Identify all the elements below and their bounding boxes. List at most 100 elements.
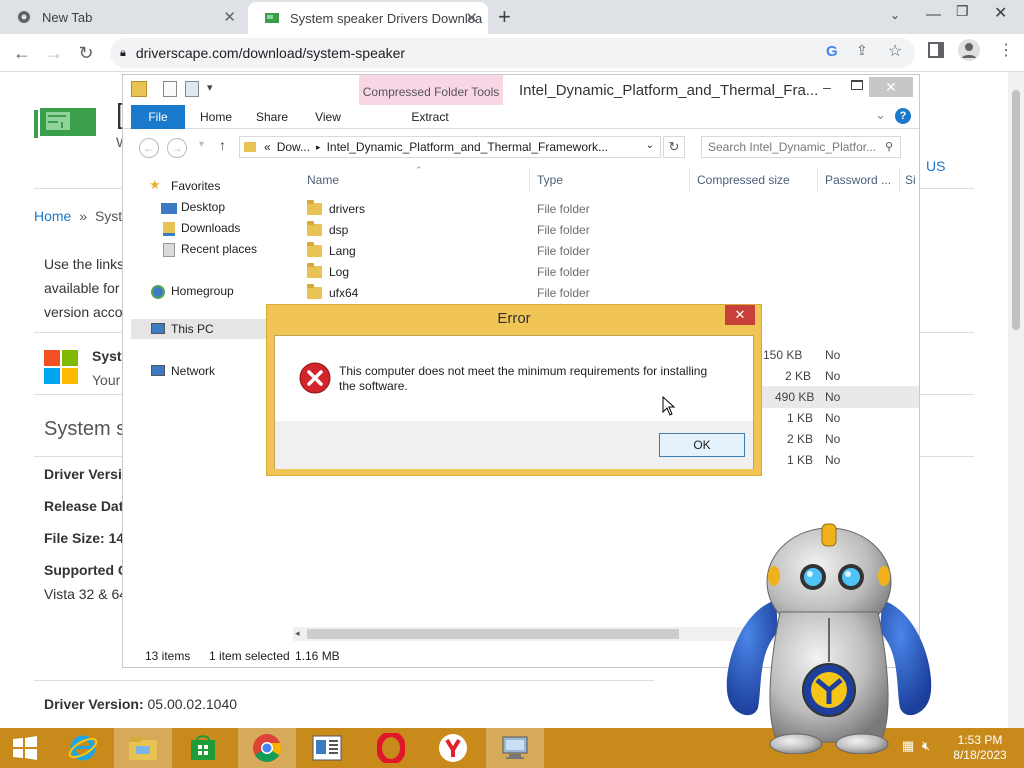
reload-icon[interactable]: ↻ <box>74 42 98 64</box>
close-icon[interactable]: ✕ <box>869 77 913 97</box>
file-password: No <box>825 348 841 362</box>
up-icon[interactable]: ↑ <box>219 137 226 153</box>
list-item[interactable]: ufx64 File folder <box>307 284 917 303</box>
taskbar-opera[interactable] <box>362 728 420 768</box>
column-header-size[interactable]: Si <box>905 173 916 187</box>
column-divider[interactable] <box>817 167 818 191</box>
minimize-icon[interactable]: – <box>823 79 831 95</box>
breadcrumb-separator: » <box>79 208 88 224</box>
folder-icon <box>244 142 256 152</box>
column-header-type[interactable]: Type <box>537 173 563 187</box>
tab-home[interactable]: Home <box>193 105 239 129</box>
menu-dots-icon[interactable]: ⋮ <box>998 40 1014 60</box>
intro-line: version accou <box>44 304 131 320</box>
minimize-icon[interactable]: — <box>926 6 941 23</box>
network-icon <box>151 365 165 376</box>
nav-recent-places[interactable]: Recent places <box>181 242 257 256</box>
file-password: No <box>825 390 841 404</box>
file-compressed-size: 1 KB <box>787 453 814 467</box>
nav-homegroup[interactable]: Homegroup <box>171 284 234 298</box>
close-icon[interactable]: ✕ <box>725 305 755 325</box>
back-icon[interactable]: ← <box>139 138 159 158</box>
properties-icon[interactable] <box>163 81 177 97</box>
address-crumb[interactable]: Dow... <box>277 140 310 154</box>
chevron-down-icon[interactable]: ⌄ <box>646 140 654 151</box>
back-icon[interactable]: ← <box>10 42 34 64</box>
quick-access-dropdown-icon[interactable]: ▾ <box>207 81 213 94</box>
taskbar-yandex[interactable] <box>424 728 482 768</box>
taskbar-store[interactable] <box>174 728 232 768</box>
page-scrollbar[interactable] <box>1008 72 1024 728</box>
google-icon[interactable]: G <box>826 43 838 60</box>
column-header-compressed-size[interactable]: Compressed size <box>697 173 790 187</box>
column-divider[interactable] <box>689 167 690 191</box>
side-panel-icon[interactable] <box>928 42 944 58</box>
message-line: the software. <box>339 379 408 393</box>
refresh-icon[interactable]: ↻ <box>663 136 685 158</box>
column-divider[interactable] <box>899 167 900 191</box>
tab-share[interactable]: Share <box>249 105 295 129</box>
taskbar-internet-explorer[interactable] <box>54 728 112 768</box>
list-item[interactable]: Log File folder <box>307 263 917 282</box>
address-overflow[interactable]: « <box>264 140 271 154</box>
new-folder-icon[interactable] <box>185 81 199 97</box>
start-button[interactable] <box>0 728 50 768</box>
close-window-icon[interactable]: ✕ <box>994 3 1007 23</box>
taskbar-installer[interactable] <box>486 728 544 768</box>
maximize-icon[interactable] <box>851 80 863 90</box>
address-bar[interactable]: 🔒︎ driverscape.com/download/system-speak… <box>110 38 915 68</box>
nav-downloads[interactable]: Downloads <box>181 221 240 235</box>
forward-icon[interactable]: → <box>42 42 66 64</box>
tab-file[interactable]: File <box>131 105 185 129</box>
tab-search-icon[interactable]: ⌄ <box>890 8 900 22</box>
clock[interactable]: 1:53 PM 8/18/2023 <box>950 733 1010 763</box>
address-crumb[interactable]: Intel_Dynamic_Platform_and_Thermal_Frame… <box>327 140 608 154</box>
bookmark-star-icon[interactable]: ☆ <box>888 41 902 61</box>
search-input[interactable]: Search Intel_Dynamic_Platfor... <box>701 136 901 158</box>
ok-button[interactable]: OK <box>659 433 745 457</box>
expand-ribbon-icon[interactable]: ⌄ <box>875 107 886 123</box>
column-header-password[interactable]: Password ... <box>825 173 891 187</box>
recent-dropdown-icon[interactable]: ▾ <box>199 139 204 150</box>
scrollbar-thumb[interactable] <box>307 629 679 639</box>
forward-icon[interactable]: → <box>167 138 187 158</box>
explorer-title: Intel_Dynamic_Platform_and_Thermal_Fra..… <box>519 82 819 99</box>
nav-favorites[interactable]: Favorites <box>171 179 220 193</box>
new-tab-button[interactable]: + <box>498 4 511 30</box>
item-name: drivers <box>329 202 366 216</box>
column-divider[interactable] <box>529 167 530 191</box>
message-line: This computer does not meet the minimum … <box>339 364 708 378</box>
nav-network[interactable]: Network <box>171 364 215 378</box>
close-tab-icon[interactable]: ✕ <box>223 8 236 26</box>
list-item[interactable]: Lang File folder <box>307 242 917 261</box>
tab-system-speaker[interactable]: System speaker Drivers Downloa ✕ <box>248 2 488 34</box>
taskbar-app[interactable] <box>298 728 356 768</box>
folder-icon <box>307 200 322 215</box>
nav-desktop[interactable]: Desktop <box>181 200 225 214</box>
breadcrumb-home[interactable]: Home <box>34 208 71 224</box>
restore-icon[interactable]: ❐ <box>956 3 969 20</box>
share-icon[interactable]: ⇪ <box>856 42 868 59</box>
column-header-name[interactable]: Name <box>307 173 339 187</box>
tab-view[interactable]: View <box>305 105 351 129</box>
taskbar-file-explorer[interactable] <box>114 728 172 768</box>
error-icon <box>299 362 331 394</box>
address-path[interactable]: « Dow... ▸ Intel_Dynamic_Platform_and_Th… <box>239 136 661 158</box>
nav-this-pc[interactable]: This PC <box>171 322 214 336</box>
list-item[interactable]: drivers File folder <box>307 200 917 219</box>
profile-avatar[interactable] <box>958 39 980 61</box>
tab-new-tab[interactable]: New Tab ✕ <box>0 0 246 34</box>
nav-link-us[interactable]: US <box>926 158 945 174</box>
search-icon: ⚲ <box>885 141 894 153</box>
driver-version-label: Driver Version: <box>44 696 144 712</box>
windows-logo-icon <box>44 350 78 384</box>
help-icon[interactable]: ? <box>895 108 911 124</box>
scrollbar-thumb[interactable] <box>1012 90 1020 330</box>
lock-icon: 🔒︎ <box>120 46 126 59</box>
list-item[interactable]: dsp File folder <box>307 221 917 240</box>
taskbar-chrome[interactable] <box>238 728 296 768</box>
scroll-left-icon[interactable]: ◂ <box>295 628 300 639</box>
close-tab-icon[interactable]: ✕ <box>465 9 478 27</box>
folder-icon <box>307 284 322 299</box>
tab-extract[interactable]: Extract <box>393 105 467 129</box>
